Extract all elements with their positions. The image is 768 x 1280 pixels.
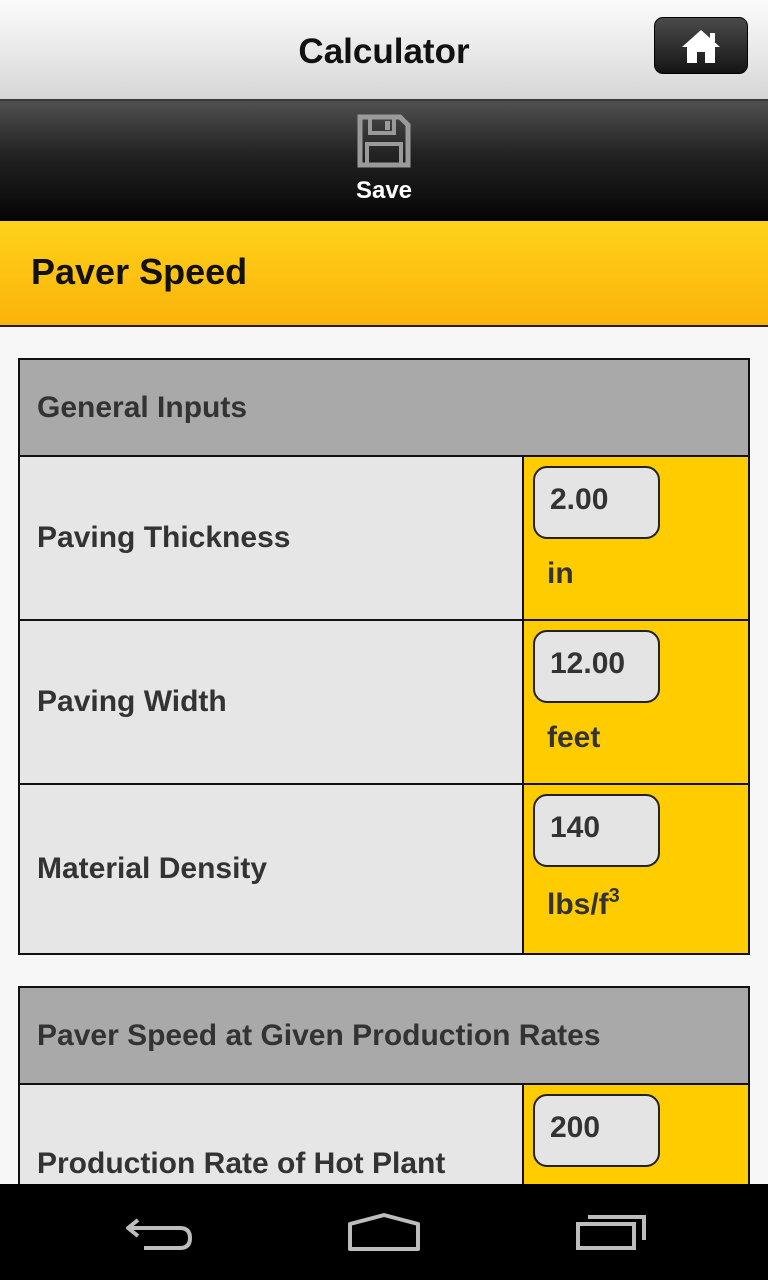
production-rate-input[interactable]: 200 bbox=[533, 1094, 660, 1167]
unit-base: lbs/f bbox=[547, 888, 609, 921]
material-density-cell: 140 lbs/f3 bbox=[524, 785, 748, 953]
paving-width-label: Paving Width bbox=[20, 621, 524, 783]
action-toolbar: Save bbox=[0, 101, 768, 221]
app-title: Calculator bbox=[298, 32, 470, 71]
material-density-input[interactable]: 140 bbox=[533, 794, 660, 867]
material-density-unit: lbs/f3 bbox=[547, 885, 620, 922]
paving-width-unit: feet bbox=[547, 721, 601, 754]
title-bar: Calculator bbox=[0, 0, 768, 101]
system-nav-bar bbox=[0, 1184, 768, 1280]
material-density-label: Material Density bbox=[20, 785, 524, 953]
home-icon bbox=[682, 29, 720, 63]
paving-thickness-input[interactable]: 2.00 bbox=[533, 466, 660, 539]
section-header: Paver Speed bbox=[0, 221, 768, 327]
paving-thickness-cell: 2.00 in bbox=[524, 457, 748, 619]
unit-superscript: 3 bbox=[608, 885, 620, 907]
paving-thickness-label: Paving Thickness bbox=[20, 457, 524, 619]
home-button[interactable] bbox=[654, 17, 748, 74]
recents-icon[interactable] bbox=[574, 1212, 648, 1252]
general-inputs-header: General Inputs bbox=[20, 360, 748, 457]
back-icon[interactable] bbox=[124, 1212, 196, 1252]
save-label: Save bbox=[355, 177, 413, 204]
table-row: Material Density 140 lbs/f3 bbox=[20, 785, 748, 953]
paving-width-cell: 12.00 feet bbox=[524, 621, 748, 783]
production-rates-header: Paver Speed at Given Production Rates bbox=[20, 988, 748, 1085]
page-title: Paver Speed bbox=[31, 251, 248, 292]
paving-width-input[interactable]: 12.00 bbox=[533, 630, 660, 703]
floppy-disk-icon bbox=[357, 114, 411, 168]
home-nav-icon[interactable] bbox=[346, 1212, 422, 1252]
paving-thickness-unit: in bbox=[547, 557, 574, 590]
table-row: Paving Width 12.00 feet bbox=[20, 621, 748, 785]
general-inputs-table: General Inputs Paving Thickness 2.00 in … bbox=[18, 358, 750, 955]
table-row: Paving Thickness 2.00 in bbox=[20, 457, 748, 621]
save-button[interactable]: Save bbox=[324, 113, 444, 215]
